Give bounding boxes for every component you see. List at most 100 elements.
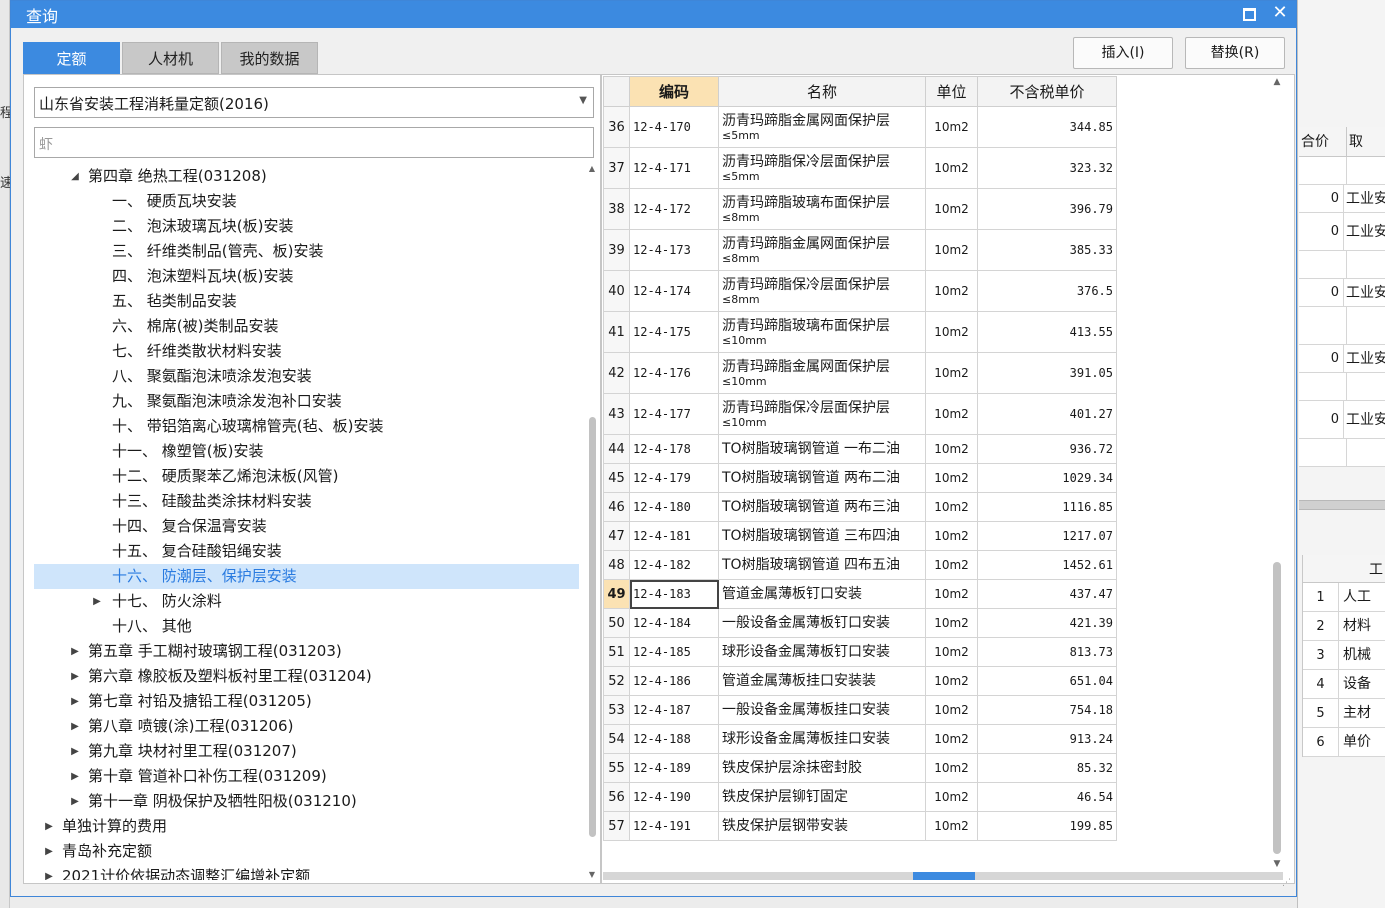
grid-cell-unit[interactable]: 10m2 [925,521,978,551]
grid-cell-rownum[interactable]: 37 [603,147,630,189]
grid-cell-price[interactable]: 85.32 [977,753,1117,783]
grid-cell-name[interactable]: 球形设备金属薄板挂口安装 [718,724,926,754]
tab-quota[interactable]: 定额 [23,42,120,74]
grid-cell-unit[interactable]: 10m2 [925,637,978,667]
grid-cell-code[interactable]: 12-4-176 [629,352,719,394]
scroll-down-icon[interactable]: ▼ [1270,859,1284,869]
grid-row[interactable]: 43 12-4-177 沥青玛蹄脂保冷层面保护层 ≤10mm 10m2 401.27 [603,393,1117,435]
grid-cell-unit[interactable]: 10m2 [925,492,978,522]
tree-item[interactable]: ▶ 第六章 橡胶板及塑料板衬里工程(031204) [34,664,579,689]
collapse-icon[interactable]: ◢ [68,164,82,189]
grid-row[interactable]: 41 12-4-175 沥青玛蹄脂玻璃布面保护层 ≤10mm 10m2 413.55 [603,311,1117,353]
grid-row[interactable]: 40 12-4-174 沥青玛蹄脂保冷层面保护层 ≤8mm 10m2 376.5 [603,270,1117,312]
grid-cell-rownum[interactable]: 56 [603,782,630,812]
grid-cell-unit[interactable]: 10m2 [925,229,978,271]
grid-cell-name[interactable]: TO树脂玻璃钢管道 四布五油 [718,550,926,580]
grid-cell-unit[interactable]: 10m2 [925,608,978,638]
tab-labor-material-machine[interactable]: 人材机 [122,42,219,74]
grid-row[interactable]: 48 12-4-182 TO树脂玻璃钢管道 四布五油 10m2 1452.61 [603,550,1117,580]
grid-cell-name[interactable]: 管道金属薄板挂口安装装 [718,666,926,696]
grid-cell-code[interactable]: 12-4-188 [629,724,719,754]
grid-cell-unit[interactable]: 10m2 [925,782,978,812]
grid-cell-rownum[interactable]: 50 [603,608,630,638]
tree-item[interactable]: 十二、 硬质聚苯乙烯泡沫板(风管) [34,464,579,489]
expand-icon[interactable]: ▶ [42,839,56,864]
grid-cell-unit[interactable]: 10m2 [925,270,978,312]
grid-cell-price[interactable]: 651.04 [977,666,1117,696]
grid-cell-rownum[interactable]: 38 [603,188,630,230]
grid-cell-code[interactable]: 12-4-187 [629,695,719,725]
grid-row[interactable]: 44 12-4-178 TO树脂玻璃钢管道 一布二油 10m2 936.72 [603,434,1117,464]
grid-cell-name[interactable]: 一般设备金属薄板挂口安装 [718,695,926,725]
expand-icon[interactable]: ▶ [68,664,82,689]
tree-item[interactable]: 四、 泡沫塑料瓦块(板)安装 [34,264,579,289]
grid-cell-code[interactable]: 12-4-178 [629,434,719,464]
tree-item[interactable]: ▶ 单独计算的费用 [34,814,579,839]
tree-item[interactable]: 三、 纤维类制品(管壳、板)安装 [34,239,579,264]
grid-cell-price[interactable]: 813.73 [977,637,1117,667]
grid-cell-rownum[interactable]: 44 [603,434,630,464]
grid-row[interactable]: 49 12-4-183 管道金属薄板钉口安装 10m2 437.47 [603,579,1117,609]
grid-cell-price[interactable]: 385.33 [977,229,1117,271]
grid-cell-rownum[interactable]: 49 [603,579,630,609]
scroll-up-icon[interactable]: ▲ [587,164,597,173]
grid-cell-code[interactable]: 12-4-183 [629,579,719,609]
expand-icon[interactable]: ▶ [68,789,82,814]
grid-cell-rownum[interactable]: 41 [603,311,630,353]
tree-scrollbar-thumb[interactable] [589,417,596,837]
grid-cell-code[interactable]: 12-4-180 [629,492,719,522]
expand-icon[interactable]: ▶ [42,864,56,880]
tab-my-data[interactable]: 我的数据 [221,42,318,74]
tree-item[interactable]: 十、 带铝箔离心玻璃棉管壳(毡、板)安装 [34,414,579,439]
maximize-icon[interactable] [1240,5,1256,21]
grid-cell-price[interactable]: 391.05 [977,352,1117,394]
chevron-down-icon[interactable]: ▼ [579,95,587,106]
grid-cell-code[interactable]: 12-4-185 [629,637,719,667]
grid-cell-code[interactable]: 12-4-186 [629,666,719,696]
grid-cell-name[interactable]: 沥青玛蹄脂玻璃布面保护层 ≤10mm [718,311,926,353]
tree-item[interactable]: ▶ 十七、 防火涂料 [34,589,579,614]
grid-cell-unit[interactable]: 10m2 [925,147,978,189]
grid-cell-unit[interactable]: 10m2 [925,724,978,754]
grid-row[interactable]: 52 12-4-186 管道金属薄板挂口安装装 10m2 651.04 [603,666,1117,696]
grid-cell-code[interactable]: 12-4-175 [629,311,719,353]
tree-item[interactable]: ▶ 第五章 手工糊衬玻璃钢工程(031203) [34,639,579,664]
grid-vertical-scrollbar[interactable]: ▲ ▼ [1270,75,1284,873]
tree-item[interactable]: 九、 聚氨酯泡沫喷涂发泡补口安装 [34,389,579,414]
grid-cell-price[interactable]: 421.39 [977,608,1117,638]
grid-cell-price[interactable]: 754.18 [977,695,1117,725]
grid-row[interactable]: 55 12-4-189 铁皮保护层涂抹密封胶 10m2 85.32 [603,753,1117,783]
grid-cell-price[interactable]: 1116.85 [977,492,1117,522]
grid-cell-unit[interactable]: 10m2 [925,352,978,394]
grid-row[interactable]: 56 12-4-190 铁皮保护层铆钉固定 10m2 46.54 [603,782,1117,812]
grid-cell-name[interactable]: 沥青玛蹄脂保冷层面保护层 ≤8mm [718,270,926,312]
grid-cell-rownum[interactable]: 42 [603,352,630,394]
insert-button[interactable]: 插入(I) [1073,37,1173,69]
grid-cell-rownum[interactable]: 55 [603,753,630,783]
tree-item[interactable]: ◢ 第四章 绝热工程(031208) [34,164,579,189]
grid-cell-unit[interactable]: 10m2 [925,463,978,493]
grid-cell-rownum[interactable]: 39 [603,229,630,271]
grid-cell-unit[interactable]: 10m2 [925,311,978,353]
grid-cell-name[interactable]: TO树脂玻璃钢管道 两布二油 [718,463,926,493]
grid-cell-rownum[interactable]: 54 [603,724,630,754]
grid-cell-price[interactable]: 323.32 [977,147,1117,189]
grid-cell-unit[interactable]: 10m2 [925,393,978,435]
grid-row[interactable]: 57 12-4-191 铁皮保护层钢带安装 10m2 199.85 [603,811,1117,841]
grid-header-price[interactable]: 不含税单价 [977,76,1117,107]
expand-icon[interactable]: ▶ [68,714,82,739]
grid-cell-name[interactable]: TO树脂玻璃钢管道 两布三油 [718,492,926,522]
grid-cell-rownum[interactable]: 40 [603,270,630,312]
grid-cell-unit[interactable]: 10m2 [925,811,978,841]
grid-cell-price[interactable]: 1029.34 [977,463,1117,493]
grid-row[interactable]: 38 12-4-172 沥青玛蹄脂玻璃布面保护层 ≤8mm 10m2 396.79 [603,188,1117,230]
grid-cell-name[interactable]: 铁皮保护层钢带安装 [718,811,926,841]
replace-button[interactable]: 替换(R) [1185,37,1285,69]
grid-cell-price[interactable]: 437.47 [977,579,1117,609]
grid-row[interactable]: 45 12-4-179 TO树脂玻璃钢管道 两布二油 10m2 1029.34 [603,463,1117,493]
grid-cell-code[interactable]: 12-4-172 [629,188,719,230]
expand-icon[interactable]: ▶ [68,764,82,789]
scroll-up-icon[interactable]: ▲ [1270,77,1284,87]
grid-cell-price[interactable]: 396.79 [977,188,1117,230]
grid-cell-name[interactable]: 铁皮保护层涂抹密封胶 [718,753,926,783]
